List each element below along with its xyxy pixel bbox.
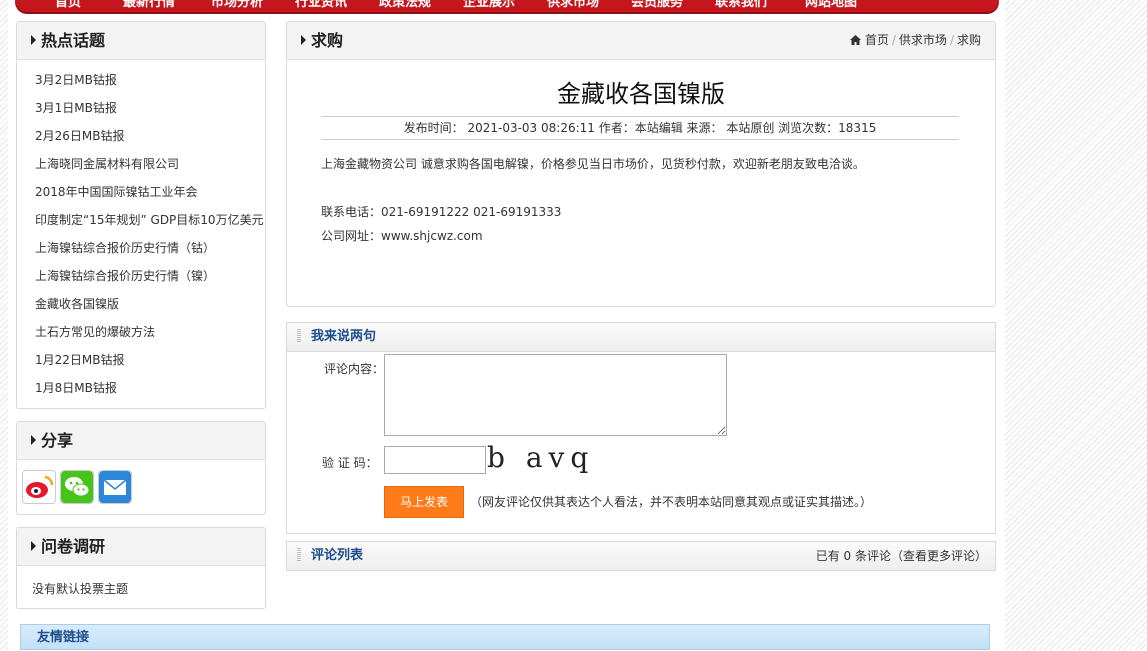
nav-item[interactable]: 会员服务 (631, 0, 683, 10)
comment-disclaimer: （网友评论仅供其表达个人看法，并不表明本站同意其观点或证实其描述。） (470, 495, 873, 509)
article-website: 公司网址：www.shjcwz.com (321, 229, 483, 243)
nav-item[interactable]: 行业资讯 (295, 0, 347, 10)
survey-header: 问卷调研 (17, 528, 265, 566)
page-background-left (0, 0, 8, 650)
friend-links-header: 友情链接 (20, 624, 990, 650)
hot-topic-link[interactable]: 上海晓同金属材料有限公司 (35, 150, 265, 178)
nav-item[interactable]: 网站地图 (805, 0, 857, 10)
hot-topic-link[interactable]: 1月8日MB钴报 (35, 374, 265, 402)
weibo-icon[interactable] (22, 470, 56, 504)
comment-count[interactable]: 已有 0 条评论（查看更多评论） (816, 542, 987, 570)
captcha-image[interactable]: b avq (487, 441, 594, 474)
share-title: 分享 (41, 431, 74, 450)
hot-topics-header: 热点话题 (17, 22, 265, 60)
hot-topic-link[interactable]: 1月22日MB钴报 (35, 346, 265, 374)
article-meta: 发布时间： 2021-03-03 08:26:11 作者：本站编辑 来源： 本站… (321, 116, 959, 140)
hot-topic-link[interactable]: 2月26日MB钴报 (35, 122, 265, 150)
triangle-right-icon (31, 35, 36, 45)
survey-panel: 问卷调研 没有默认投票主题 (16, 527, 266, 609)
comment-list-header: 评论列表 已有 0 条评论（查看更多评论） (287, 542, 995, 570)
comment-form-panel: 我来说两句 评论内容： 验 证 码： b avq 马上发表 （网友评论仅供其表达… (286, 322, 996, 534)
hot-topics-list: 3月2日MB钴报 3月1日MB钴报 2月26日MB钴报 上海晓同金属材料有限公司… (17, 66, 265, 402)
hot-topic-link[interactable]: 上海镍钴综合报价历史行情（镍） (35, 262, 265, 290)
nav-item[interactable]: 首页 (55, 0, 81, 10)
article-body: 上海金藏物资公司 诚意求购各国电解镍，价格参见当日市场价，见货秒付款，欢迎新老朋… (321, 157, 865, 171)
hot-topic-link[interactable]: 上海镍钴综合报价历史行情（钴） (35, 234, 265, 262)
top-navigation: 首页 最新行情 市场分析 行业资讯 政策法规 企业展示 供求市场 会员服务 联系… (15, 0, 999, 12)
grip-icon (297, 547, 301, 561)
section-title: 求购 (311, 31, 344, 50)
comment-content-label: 评论内容： (324, 362, 385, 376)
share-panel: 分享 (16, 421, 266, 515)
friend-links-title: 友情链接 (37, 630, 90, 645)
hot-topic-link[interactable]: 3月2日MB钴报 (35, 66, 265, 94)
triangle-right-icon (301, 35, 306, 45)
breadcrumb: 首页 / 供求市场 / 求购 (850, 22, 981, 60)
article-header: 求购 首页 / 供求市场 / 求购 (287, 22, 995, 60)
article-phone: 联系电话：021-69191222 021-69191333 (321, 205, 562, 219)
breadcrumb-current[interactable]: 求购 (957, 33, 981, 47)
share-header: 分享 (17, 422, 265, 460)
grip-icon (297, 328, 301, 342)
page-background-right (1005, 0, 1147, 650)
comment-list-panel: 评论列表 已有 0 条评论（查看更多评论） (286, 541, 996, 571)
nav-item[interactable]: 最新行情 (123, 0, 175, 10)
article-title: 金藏收各国镍版 (557, 80, 725, 108)
wechat-icon[interactable] (60, 470, 94, 504)
email-icon[interactable] (98, 470, 132, 504)
hot-topics-panel: 热点话题 3月2日MB钴报 3月1日MB钴报 2月26日MB钴报 上海晓同金属材… (16, 21, 266, 409)
triangle-right-icon (31, 435, 36, 445)
nav-item[interactable]: 企业展示 (463, 0, 515, 10)
breadcrumb-market[interactable]: 供求市场 (899, 33, 947, 47)
comment-list-title: 评论列表 (311, 548, 364, 563)
triangle-right-icon (31, 541, 36, 551)
survey-title: 问卷调研 (41, 537, 106, 556)
captcha-label: 验 证 码： (322, 456, 378, 470)
comment-form-header: 我来说两句 (287, 323, 995, 352)
home-icon (850, 23, 862, 60)
survey-empty-text: 没有默认投票主题 (32, 582, 129, 596)
breadcrumb-home[interactable]: 首页 (865, 33, 889, 47)
nav-item[interactable]: 政策法规 (379, 0, 431, 10)
hot-topic-link[interactable]: 土石方常见的爆破方法 (35, 318, 265, 346)
captcha-input[interactable] (384, 446, 486, 474)
hot-topic-link[interactable]: 印度制定“15年规划” GDP目标10万亿美元 (35, 206, 265, 234)
hot-topic-link[interactable]: 3月1日MB钴报 (35, 94, 265, 122)
comment-textarea[interactable] (384, 354, 727, 436)
nav-item[interactable]: 市场分析 (211, 0, 263, 10)
nav-item[interactable]: 供求市场 (547, 0, 599, 10)
hot-topic-link[interactable]: 金藏收各国镍版 (35, 290, 265, 318)
hot-topic-link[interactable]: 2018年中国国际镍钴工业年会 (35, 178, 265, 206)
article-panel: 求购 首页 / 供求市场 / 求购 金藏收各国镍版 发布时间： 2021-03-03 0… (286, 21, 996, 307)
nav-item[interactable]: 联系我们 (715, 0, 767, 10)
comment-form-title: 我来说两句 (311, 329, 377, 344)
submit-comment-button[interactable]: 马上发表 (384, 486, 464, 518)
hot-topics-title: 热点话题 (41, 31, 106, 50)
